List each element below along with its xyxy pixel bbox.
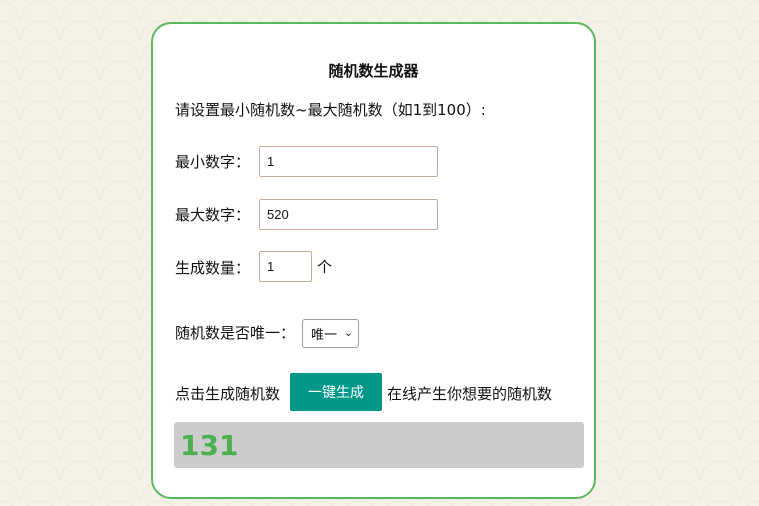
unique-label: 随机数是否唯一： <box>175 324 296 342</box>
min-number-label: 最小数字： <box>175 153 251 171</box>
unique-select-value: 唯一 <box>311 328 338 343</box>
count-input[interactable] <box>259 251 312 282</box>
page-title: 随机数生成器 <box>328 62 419 80</box>
unique-select[interactable]: 唯一 ⌄ <box>302 319 359 348</box>
instruction-text: 请设置最小随机数~最大随机数（如1到100）: <box>175 101 486 119</box>
result-display: 131 <box>174 422 584 468</box>
generate-suffix-text: 在线产生你想要的随机数 <box>387 385 553 403</box>
generate-button[interactable]: 一键生成 <box>290 373 382 411</box>
min-number-input[interactable] <box>259 146 438 177</box>
count-label: 生成数量： <box>175 259 251 277</box>
generator-card: 随机数生成器 请设置最小随机数~最大随机数（如1到100）: 最小数字： 最大数… <box>151 22 596 499</box>
count-unit: 个 <box>317 258 333 276</box>
max-number-input[interactable] <box>259 199 438 230</box>
chevron-down-icon: ⌄ <box>343 326 353 339</box>
generate-prefix-text: 点击生成随机数 <box>175 385 281 403</box>
max-number-label: 最大数字： <box>175 206 251 224</box>
